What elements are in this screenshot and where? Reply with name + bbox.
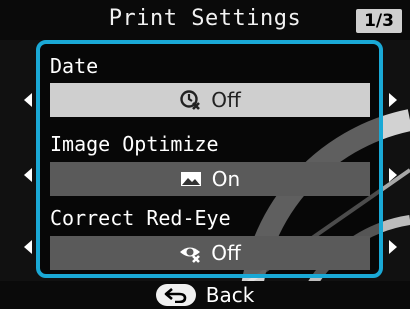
date-prev-arrow[interactable] xyxy=(24,93,32,107)
date-next-arrow[interactable] xyxy=(389,93,397,107)
page-title: Print Settings xyxy=(108,6,302,31)
footer-bar: Back xyxy=(0,281,410,309)
setting-value-image-optimize-text: On xyxy=(211,167,241,191)
print-settings-screen: Print Settings 1/3 Date Off Image Optimi… xyxy=(0,0,410,309)
return-arrow-icon[interactable] xyxy=(155,284,196,306)
title-bar: Print Settings 1/3 xyxy=(0,0,410,40)
setting-label-image-optimize: Image Optimize xyxy=(50,132,219,156)
setting-label-red-eye: Correct Red-Eye xyxy=(50,206,231,230)
setting-label-date: Date xyxy=(50,54,99,78)
settings-panel: Date Off Image Optimize On Correct Red-E… xyxy=(36,40,383,278)
setting-value-red-eye-text: Off xyxy=(211,241,241,265)
date-off-icon xyxy=(179,89,201,111)
image-icon xyxy=(180,168,202,190)
setting-value-date-text: Off xyxy=(211,88,241,112)
red-eye-prev-arrow[interactable] xyxy=(24,240,32,254)
setting-value-image-optimize[interactable]: On xyxy=(50,162,370,196)
red-eye-next-arrow[interactable] xyxy=(389,240,397,254)
red-eye-off-icon xyxy=(179,242,201,264)
setting-value-date[interactable]: Off xyxy=(50,83,370,117)
image-optimize-prev-arrow[interactable] xyxy=(24,168,32,182)
setting-value-red-eye[interactable]: Off xyxy=(50,236,370,270)
page-indicator: 1/3 xyxy=(356,9,402,33)
back-label: Back xyxy=(205,283,255,307)
image-optimize-next-arrow[interactable] xyxy=(389,168,397,182)
